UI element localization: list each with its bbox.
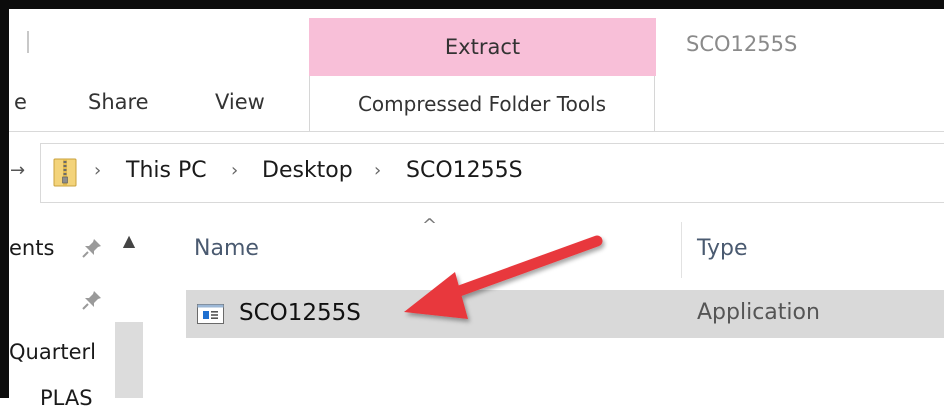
breadcrumb-this-pc[interactable]: This PC: [126, 158, 207, 183]
screenshot-border-top: [0, 0, 944, 9]
tab-extract-label: Extract: [444, 35, 521, 59]
pin-icon[interactable]: [81, 289, 103, 311]
column-divider[interactable]: [681, 222, 682, 278]
nav-item-quarterly[interactable]: Quarterl: [9, 340, 96, 364]
breadcrumb-sco1255s[interactable]: SCO1255S: [406, 158, 523, 183]
breadcrumb-desktop[interactable]: Desktop: [262, 158, 353, 183]
pin-icon[interactable]: [81, 237, 103, 259]
application-icon: [197, 304, 224, 324]
sort-ascending-icon: ^: [422, 215, 438, 236]
tab-compressed-folder-tools[interactable]: Compressed Folder Tools: [309, 76, 655, 131]
scroll-up-chevron-icon[interactable]: ▲: [115, 228, 143, 252]
nav-item-documents[interactable]: ents: [9, 236, 54, 260]
column-header-name[interactable]: Name: [194, 236, 259, 261]
tab-view[interactable]: View: [215, 90, 265, 114]
window-title: SCO1255S: [686, 32, 798, 56]
breadcrumb-separator-icon[interactable]: ›: [94, 160, 101, 181]
breadcrumb-separator-icon[interactable]: ›: [231, 160, 238, 181]
zip-folder-icon: [53, 158, 77, 187]
address-bar[interactable]: › This PC › Desktop › SCO1255S: [40, 143, 944, 203]
column-header-type[interactable]: Type: [697, 236, 748, 261]
file-name[interactable]: SCO1255S: [239, 300, 361, 326]
quick-access-separator: [27, 31, 29, 53]
nav-pane-scrollbar[interactable]: [115, 322, 143, 398]
screenshot-border-left: [0, 0, 9, 398]
tab-home[interactable]: e: [14, 90, 27, 114]
ribbon-divider: [9, 131, 944, 132]
tab-share[interactable]: Share: [88, 90, 149, 114]
file-row[interactable]: SCO1255S Application: [186, 290, 944, 338]
breadcrumb-separator-icon[interactable]: ›: [374, 160, 381, 181]
nav-item-plas[interactable]: PLAS: [40, 386, 93, 410]
file-type: Application: [697, 300, 820, 325]
tab-compressed-folder-tools-label: Compressed Folder Tools: [357, 91, 607, 116]
tab-extract[interactable]: Extract: [309, 18, 656, 76]
forward-arrow-icon[interactable]: →: [10, 160, 25, 181]
